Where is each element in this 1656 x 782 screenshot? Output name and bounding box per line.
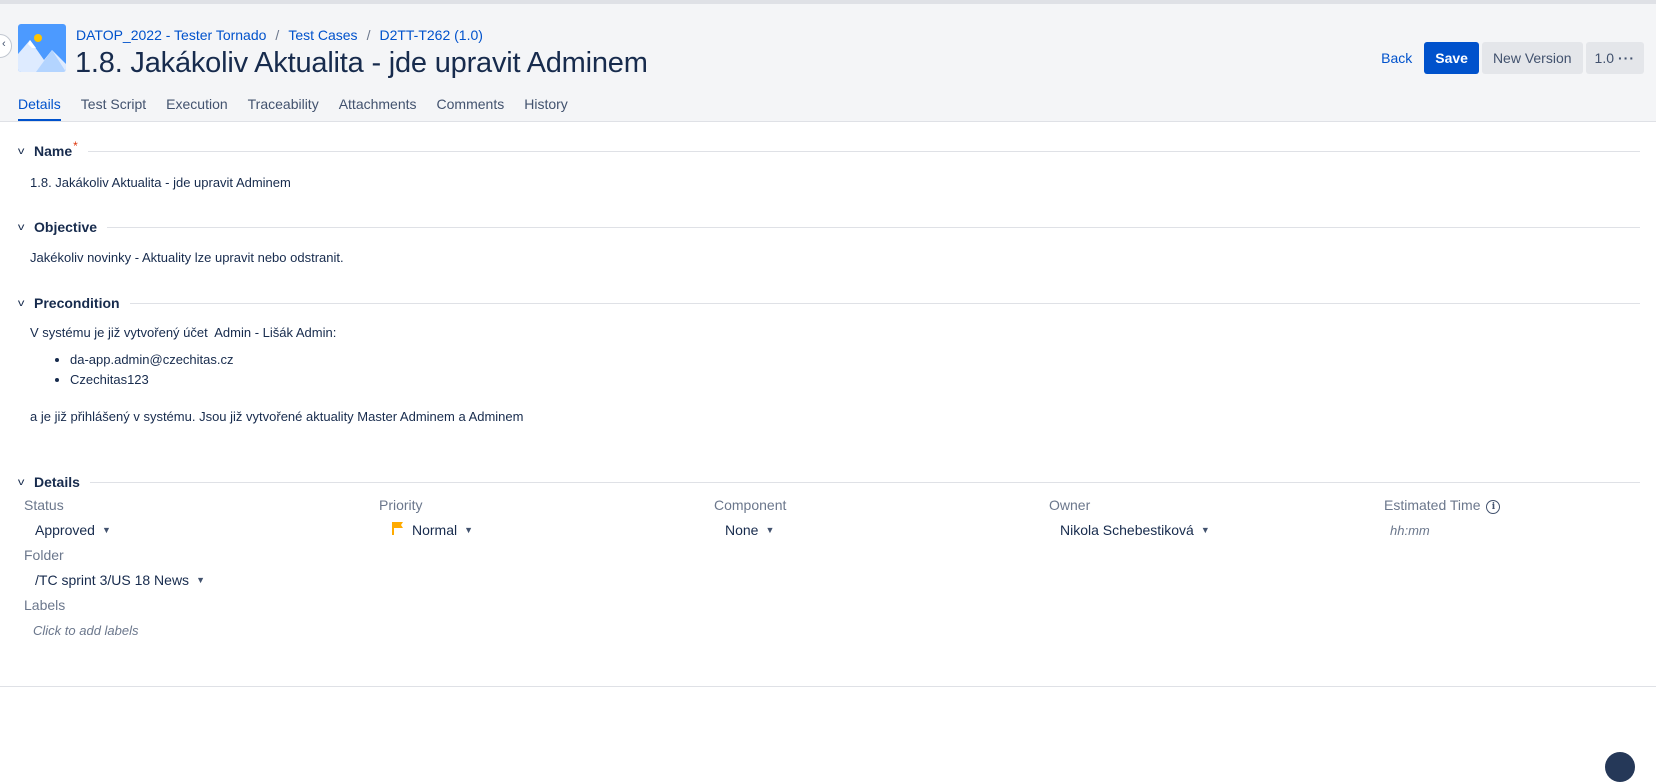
name-section-header[interactable]: v Name *	[17, 139, 1640, 161]
back-button[interactable]: Back	[1372, 42, 1421, 74]
priority-value: Normal	[412, 522, 458, 538]
labels-input[interactable]: Click to add labels	[33, 623, 139, 638]
version-menu-button[interactable]: 1.0 ···	[1585, 42, 1644, 74]
objective-section-title: Objective	[34, 219, 98, 235]
precondition-list: da-app.admin@czechitas.cz Czechitas123	[30, 350, 234, 390]
list-item: Czechitas123	[70, 370, 234, 390]
folder-label: Folder	[24, 547, 64, 563]
component-value: None	[725, 522, 759, 538]
objective-section-header[interactable]: v Objective	[17, 217, 1640, 237]
status-label: Status	[24, 497, 64, 513]
chevron-down-icon: ▼	[765, 525, 775, 535]
status-value: Approved	[35, 522, 95, 538]
tab-traceability[interactable]: Traceability	[248, 88, 319, 121]
chevron-down-icon: v	[17, 221, 25, 233]
info-icon[interactable]: i	[1486, 500, 1501, 514]
content-divider	[0, 686, 1656, 687]
details-section-header[interactable]: v Details	[17, 472, 1640, 492]
page-header: ‹ DATOP_2022 - Tester Tornado / Test Cases…	[0, 4, 1656, 122]
tab-execution[interactable]: Execution	[166, 88, 227, 121]
owner-select[interactable]: Nikola Schebestiková ▼	[1060, 522, 1210, 538]
breadcrumb-test-cases-link[interactable]: Test Cases	[288, 27, 357, 43]
owner-label: Owner	[1049, 497, 1091, 513]
precondition-outro[interactable]: a je již přihlášený v systému. Jsou již …	[30, 409, 523, 424]
tab-details[interactable]: Details	[18, 88, 61, 121]
sidebar-collapse-handle[interactable]: ‹	[0, 34, 12, 58]
component-select[interactable]: None ▼	[725, 522, 774, 538]
precondition-section-header[interactable]: v Precondition	[17, 293, 1640, 313]
precondition-intro[interactable]: V systému je již vytvořený účet Admin - …	[30, 325, 336, 340]
section-divider	[87, 150, 1640, 152]
section-divider	[129, 302, 1640, 304]
page-title: 1.8. Jakákoliv Aktualita - jde upravit A…	[75, 47, 648, 79]
tab-history[interactable]: History	[524, 88, 568, 121]
chevron-down-icon: v	[17, 145, 25, 157]
breadcrumb: DATOP_2022 - Tester Tornado / Test Cases / D…	[76, 27, 483, 43]
chevron-down-icon: ▼	[196, 575, 205, 585]
save-button[interactable]: Save	[1424, 42, 1479, 74]
priority-label: Priority	[379, 497, 423, 513]
chevron-down-icon: ▼	[464, 525, 474, 535]
new-version-button[interactable]: New Version	[1481, 42, 1583, 74]
breadcrumb-separator: /	[366, 27, 371, 43]
tab-test-script[interactable]: Test Script	[81, 88, 146, 121]
estimated-time-label: Estimated Time i	[1384, 497, 1501, 514]
project-avatar[interactable]	[18, 24, 66, 72]
required-marker: *	[73, 139, 78, 153]
list-item: da-app.admin@czechitas.cz	[70, 350, 234, 370]
tab-comments[interactable]: Comments	[437, 88, 505, 121]
estimated-time-input[interactable]: hh:mm	[1390, 523, 1430, 538]
section-divider	[89, 481, 1640, 483]
folder-select[interactable]: /TC sprint 3/US 18 News ▼	[35, 572, 205, 588]
component-label: Component	[714, 497, 787, 513]
tab-bar: Details Test Script Execution Traceabili…	[18, 88, 588, 121]
chevron-down-icon: ▼	[101, 525, 111, 535]
folder-value: /TC sprint 3/US 18 News	[35, 572, 190, 588]
breadcrumb-separator: /	[275, 27, 280, 43]
chevron-down-icon: v	[17, 476, 25, 488]
version-label: 1.0	[1594, 50, 1614, 66]
avatar[interactable]	[1605, 752, 1635, 782]
more-icon: ···	[1618, 50, 1635, 66]
section-divider	[107, 226, 1640, 228]
priority-select[interactable]: Normal ▼	[392, 522, 473, 538]
estimated-time-label-text: Estimated Time	[1384, 497, 1481, 513]
owner-value: Nikola Schebestiková	[1060, 522, 1194, 538]
chevron-down-icon: ▼	[1200, 525, 1210, 535]
objective-value[interactable]: Jakékoliv novinky - Aktuality lze upravi…	[30, 250, 344, 265]
name-value[interactable]: 1.8. Jakákoliv Aktualita - jde upravit A…	[30, 175, 291, 190]
breadcrumb-project-link[interactable]: DATOP_2022 - Tester Tornado	[76, 27, 266, 43]
chevron-down-icon: v	[17, 297, 25, 309]
chevron-left-icon: ‹	[2, 38, 6, 50]
details-section-title: Details	[34, 474, 80, 490]
header-actions: Back Save New Version 1.0 ···	[1372, 42, 1644, 74]
precondition-section-title: Precondition	[34, 295, 120, 311]
name-section-title: Name	[34, 143, 73, 159]
flag-icon	[392, 522, 403, 538]
status-select[interactable]: Approved ▼	[35, 522, 111, 538]
labels-label: Labels	[24, 597, 66, 613]
breadcrumb-test-key-link[interactable]: D2TT-T262 (1.0)	[379, 27, 482, 43]
tab-attachments[interactable]: Attachments	[339, 88, 417, 121]
